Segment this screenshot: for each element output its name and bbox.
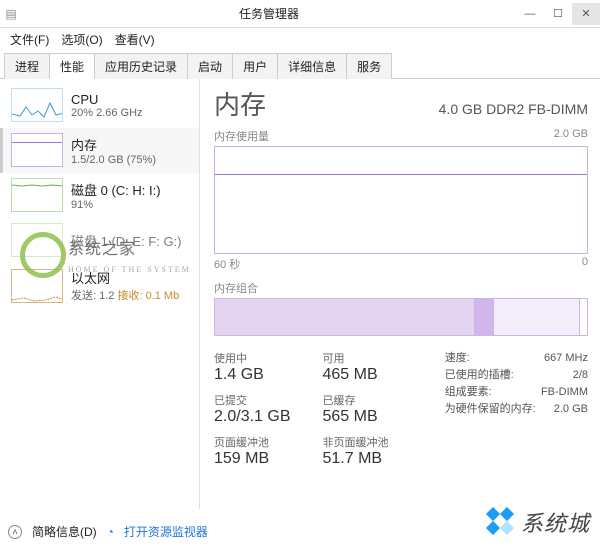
menu-file[interactable]: 文件(F) [6, 30, 53, 49]
graph-top-labels: 内存使用量 2.0 GB [214, 128, 588, 144]
sidebar-sub: 1.5/2.0 GB (75%) [71, 154, 156, 166]
main-panel: 内存 4.0 GB DDR2 FB-DIMM 内存使用量 2.0 GB 60 秒… [200, 79, 600, 509]
graph-x-labels: 60 秒 0 [214, 256, 588, 272]
stat-paged-pool: 页面缓冲池 159 MB [214, 434, 291, 468]
memory-spec: 4.0 GB DDR2 FB-DIMM [439, 101, 588, 117]
sidebar-item-memory[interactable]: 内存 1.5/2.0 GB (75%) [0, 128, 199, 173]
sidebar-sub: 91% [71, 199, 161, 211]
menubar: 文件(F) 选项(O) 查看(V) [0, 28, 600, 50]
watermark-brand1: 系统之家HOME OF THE SYSTEM [68, 235, 191, 277]
tab-users[interactable]: 用户 [232, 53, 278, 79]
stat-in-use: 使用中 1.4 GB [214, 350, 291, 384]
brief-info-link[interactable]: 简略信息(D) [32, 523, 97, 540]
footer: ˄ 简略信息(D) ◔ 打开资源监视器 [8, 523, 208, 540]
stat-cached: 已缓存 565 MB [323, 392, 389, 426]
panel-header: 内存 4.0 GB DDR2 FB-DIMM [214, 85, 588, 122]
maximize-button[interactable]: ☐ [544, 3, 572, 25]
menu-options[interactable]: 选项(O) [57, 30, 106, 49]
menu-view[interactable]: 查看(V) [111, 30, 159, 49]
memory-composition-bar [214, 298, 588, 336]
memory-sparkline-icon [11, 133, 63, 167]
monitor-icon: ◔ [107, 525, 114, 539]
page-title: 内存 [214, 85, 266, 122]
sidebar-label: 磁盘 0 (C: H: I:) [71, 180, 161, 199]
composition-caption: 内存组合 [214, 280, 588, 296]
minimize-button[interactable]: — [516, 3, 544, 25]
diamond-logo-icon [487, 508, 515, 536]
sidebar-sub: 发送: 1.2 接收: 0.1 Mb [71, 287, 179, 303]
graph-ymax: 2.0 GB [554, 128, 588, 144]
graph-caption: 内存使用量 [214, 128, 269, 144]
tab-services[interactable]: 服务 [346, 53, 392, 79]
chevron-up-icon[interactable]: ˄ [8, 525, 22, 539]
cpu-sparkline-icon [11, 88, 63, 122]
close-button[interactable]: ✕ [572, 3, 600, 25]
tab-performance[interactable]: 性能 [49, 53, 95, 79]
memory-usage-graph [214, 146, 588, 254]
stats-area: 使用中 1.4 GB 可用 465 MB 已提交 2.0/3.1 GB 已缓存 … [214, 350, 588, 468]
sidebar-label: 内存 [71, 135, 156, 154]
tab-details[interactable]: 详细信息 [277, 53, 347, 79]
tab-processes[interactable]: 进程 [4, 53, 50, 79]
window-title: 任务管理器 [22, 5, 516, 22]
watermark-circle-icon [20, 232, 66, 278]
stats-grid: 使用中 1.4 GB 可用 465 MB 已提交 2.0/3.1 GB 已缓存 … [214, 350, 389, 468]
open-resource-monitor-link[interactable]: 打开资源监视器 [124, 523, 208, 540]
titlebar: ▤ 任务管理器 — ☐ ✕ [0, 0, 600, 28]
sidebar-sub: 20% 2.66 GHz [71, 107, 143, 119]
sidebar-label: CPU [71, 92, 143, 107]
stat-available: 可用 465 MB [323, 350, 389, 384]
x-left: 60 秒 [214, 256, 240, 272]
tab-startup[interactable]: 启动 [187, 53, 233, 79]
stat-nonpaged-pool: 非页面缓冲池 51.7 MB [323, 434, 389, 468]
stats-right: 速度:667 MHz 已使用的插槽:2/8 组成要素:FB-DIMM 为硬件保留… [445, 350, 588, 468]
sidebar: CPU 20% 2.66 GHz 内存 1.5/2.0 GB (75%) 磁盘 … [0, 79, 200, 509]
body: CPU 20% 2.66 GHz 内存 1.5/2.0 GB (75%) 磁盘 … [0, 79, 600, 509]
watermark-brand2: 系统城 [487, 506, 590, 538]
window-controls: — ☐ ✕ [516, 3, 600, 25]
x-right: 0 [582, 256, 588, 272]
app-icon: ▤ [0, 7, 22, 21]
stat-committed: 已提交 2.0/3.1 GB [214, 392, 291, 426]
sidebar-item-cpu[interactable]: CPU 20% 2.66 GHz [0, 83, 199, 128]
sidebar-item-disk0[interactable]: 磁盘 0 (C: H: I:) 91% [0, 173, 199, 218]
disk-sparkline-icon [11, 178, 63, 212]
tab-app-history[interactable]: 应用历史记录 [94, 53, 188, 79]
tabs: 进程 性能 应用历史记录 启动 用户 详细信息 服务 [0, 52, 600, 79]
